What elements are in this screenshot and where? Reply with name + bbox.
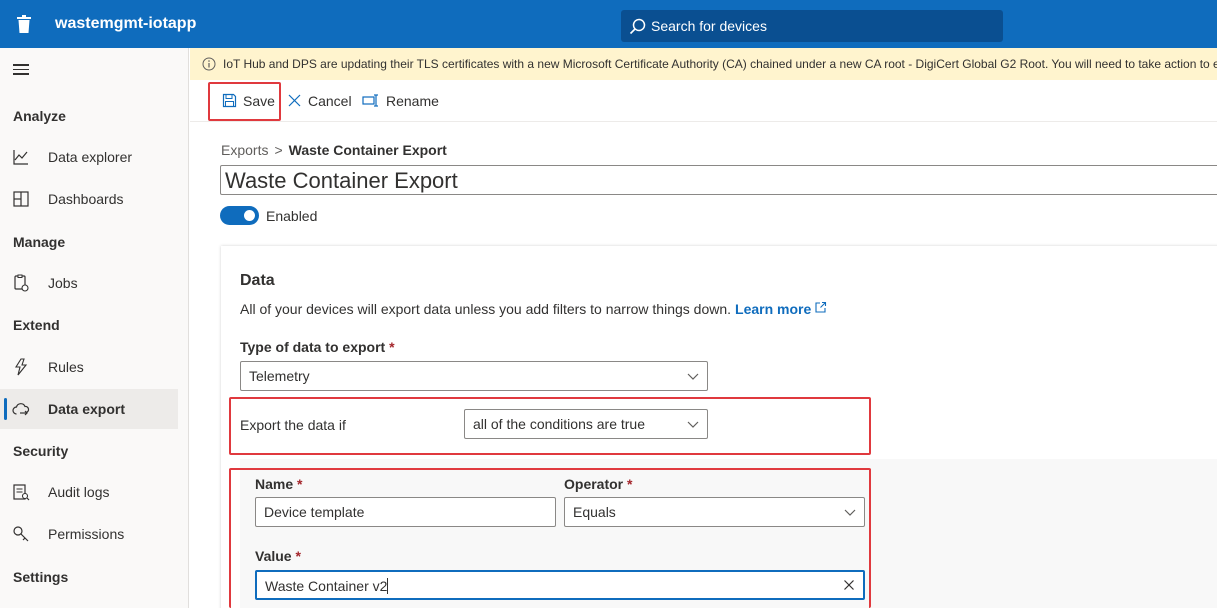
info-icon	[202, 57, 216, 71]
enabled-toggle[interactable]	[220, 206, 259, 225]
chart-line-icon	[13, 150, 28, 165]
type-label-text: Type of data to export	[240, 339, 386, 355]
close-icon	[288, 94, 301, 107]
sidebar-section-analyze: Analyze	[13, 108, 66, 124]
sidebar-item-dashboards[interactable]: Dashboards	[0, 179, 178, 219]
external-link-icon[interactable]	[814, 301, 827, 314]
notification-banner: IoT Hub and DPS are updating their TLS c…	[190, 48, 1217, 80]
rename-label: Rename	[386, 93, 439, 109]
enabled-label: Enabled	[266, 208, 318, 224]
breadcrumb: Exports > Waste Container Export	[221, 142, 447, 158]
sidebar-item-label: Rules	[48, 359, 84, 375]
required-marker: *	[389, 339, 395, 355]
sidebar-section-settings: Settings	[13, 569, 69, 585]
type-of-data-value: Telemetry	[249, 368, 310, 384]
app-name: wastemgmt-iotapp	[55, 15, 197, 32]
rename-icon	[362, 94, 378, 107]
sidebar-item-label: Audit logs	[48, 484, 110, 500]
data-card-description: All of your devices will export data unl…	[240, 301, 827, 317]
cancel-label: Cancel	[308, 93, 352, 109]
filter-highlight-box	[229, 468, 871, 608]
trash-can-icon	[17, 15, 31, 33]
sidebar-item-label: Data explorer	[48, 149, 133, 165]
learn-more-link[interactable]: Learn more	[735, 301, 811, 317]
banner-text: IoT Hub and DPS are updating their TLS c…	[223, 57, 1217, 71]
breadcrumb-exports-link[interactable]: Exports	[221, 142, 268, 158]
sidebar-section-manage: Manage	[13, 234, 66, 250]
cloud-export-icon	[12, 403, 30, 416]
sidebar-item-label: Permissions	[48, 526, 125, 542]
sidebar-item-data-explorer[interactable]: Data explorer	[0, 137, 178, 177]
top-bar: wastemgmt-iotapp Search for devices	[0, 0, 1217, 48]
jobs-icon	[14, 274, 29, 292]
sidebar-item-data-export[interactable]: Data export	[0, 389, 178, 429]
condition-highlight-box	[229, 397, 871, 455]
type-of-data-dropdown[interactable]: Telemetry	[240, 361, 708, 391]
command-bar: Save Cancel Rename	[190, 80, 1217, 122]
sidebar-item-rules[interactable]: Rules	[0, 347, 178, 387]
dashboard-grid-icon	[13, 191, 29, 207]
chevron-down-icon	[687, 373, 699, 380]
sidebar-item-permissions[interactable]: Permissions	[0, 514, 178, 554]
toggle-knob	[244, 210, 255, 221]
description-text: All of your devices will export data unl…	[240, 301, 732, 317]
breadcrumb-separator-icon: >	[274, 142, 283, 158]
search-placeholder: Search for devices	[651, 18, 767, 34]
cancel-button[interactable]: Cancel	[287, 80, 352, 120]
sidebar-section-extend: Extend	[13, 317, 60, 333]
rename-button[interactable]: Rename	[362, 80, 439, 120]
hamburger-menu-icon[interactable]	[13, 64, 29, 76]
sidebar-item-audit-logs[interactable]: Audit logs	[0, 472, 178, 512]
sidebar-section-security: Security	[13, 443, 69, 459]
search-box[interactable]: Search for devices	[621, 10, 1003, 42]
audit-log-icon	[13, 484, 30, 501]
sidebar-item-label: Dashboards	[48, 191, 124, 207]
export-name-input[interactable]: Waste Container Export	[220, 165, 1217, 195]
sidebar-item-label: Data export	[48, 401, 126, 417]
key-icon	[13, 526, 29, 542]
search-icon	[629, 18, 646, 35]
sidebar-item-jobs[interactable]: Jobs	[0, 263, 178, 303]
data-card-title: Data	[240, 272, 275, 289]
breadcrumb-current: Waste Container Export	[288, 142, 447, 158]
save-highlight-box	[208, 82, 281, 121]
type-of-data-label: Type of data to export *	[240, 339, 395, 355]
sidebar-item-label: Jobs	[48, 275, 78, 291]
rules-icon	[15, 358, 28, 376]
